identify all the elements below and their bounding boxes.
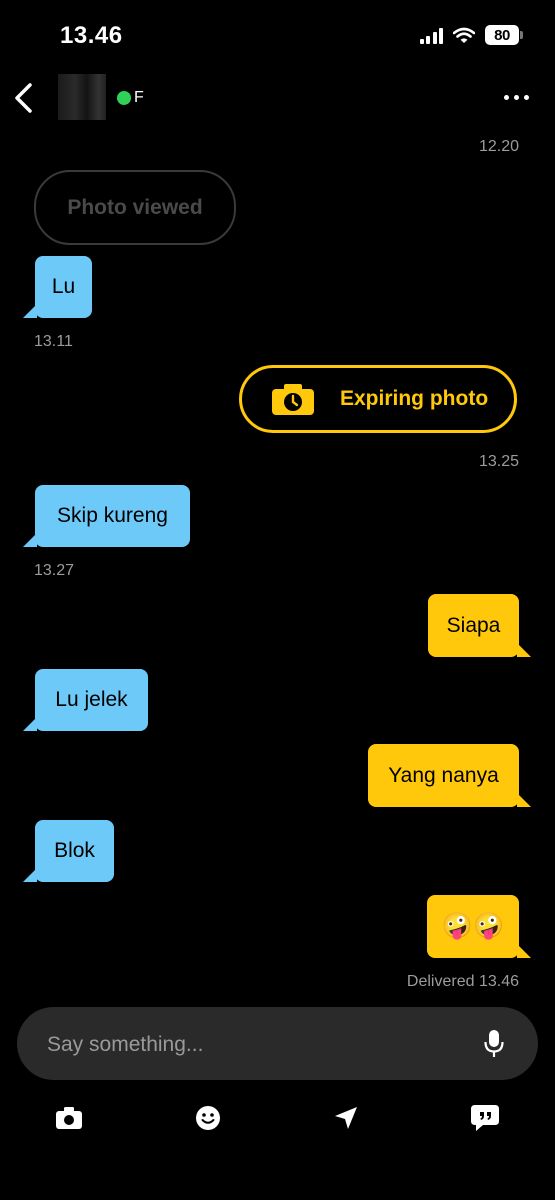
more-dot-icon xyxy=(524,95,529,100)
message-text: 🤪🤪 xyxy=(441,912,505,940)
photo-viewed-message: Photo viewed xyxy=(34,170,236,245)
incoming-message[interactable]: Blok xyxy=(23,820,114,882)
message-text: Yang nanya xyxy=(388,763,499,787)
wifi-icon xyxy=(453,27,475,43)
incoming-message[interactable]: Lu jelek xyxy=(23,669,148,731)
emoji-button[interactable] xyxy=(194,1104,222,1132)
expiring-photo-button[interactable]: Expiring photo xyxy=(239,365,517,433)
outgoing-message[interactable]: Siapa xyxy=(428,594,531,657)
quick-replies-icon xyxy=(471,1105,499,1131)
share-location-button[interactable] xyxy=(332,1104,360,1132)
voice-message-button[interactable] xyxy=(484,1030,504,1058)
photo-viewed-label: Photo viewed xyxy=(67,195,203,219)
message-timestamp: 13.11 xyxy=(34,333,73,350)
message-text: Siapa xyxy=(446,613,501,637)
message-text: Blok xyxy=(54,839,95,862)
message-text: Skip kureng xyxy=(57,504,168,527)
incoming-message[interactable]: Lu xyxy=(23,256,92,318)
quick-replies-button[interactable] xyxy=(471,1104,499,1132)
message-timestamp: 13.25 xyxy=(478,453,519,470)
more-dot-icon xyxy=(504,95,509,100)
delivery-time: 13.46 xyxy=(478,973,519,990)
message-timestamp: 13.27 xyxy=(34,562,75,579)
camera-timer-icon xyxy=(272,384,314,415)
camera-button[interactable] xyxy=(55,1104,83,1132)
cellular-signal-icon xyxy=(419,27,443,44)
location-icon xyxy=(335,1107,357,1129)
message-composer xyxy=(17,1007,538,1082)
back-button[interactable] xyxy=(10,82,38,114)
message-text: Lu xyxy=(51,275,76,298)
message-timestamp: 12.20 xyxy=(478,138,519,155)
camera-icon xyxy=(56,1107,82,1129)
status-icons: 80 xyxy=(419,25,523,45)
status-time: 13.46 xyxy=(60,22,123,49)
outgoing-message[interactable]: Yang nanya xyxy=(368,744,531,807)
delivery-status: Delivered 13.46 xyxy=(407,973,519,991)
bottom-toolbar xyxy=(0,1100,555,1136)
outgoing-message[interactable]: 🤪🤪 xyxy=(427,895,531,958)
microphone-icon xyxy=(484,1030,504,1057)
more-dot-icon xyxy=(514,95,519,100)
smiley-icon xyxy=(196,1106,220,1130)
incoming-message[interactable]: Skip kureng xyxy=(23,485,190,547)
chevron-left-icon xyxy=(15,83,32,113)
more-options-button[interactable] xyxy=(504,95,529,100)
online-status-dot xyxy=(117,91,131,105)
expiring-photo-label: Expiring photo xyxy=(340,387,489,410)
delivery-status-label: Delivered xyxy=(406,973,475,990)
message-input[interactable] xyxy=(45,1007,469,1082)
message-text: Lu jelek xyxy=(55,688,128,711)
battery-icon: 80 xyxy=(485,25,523,45)
contact-avatar[interactable] xyxy=(58,74,106,120)
contact-name[interactable]: F xyxy=(134,89,144,107)
